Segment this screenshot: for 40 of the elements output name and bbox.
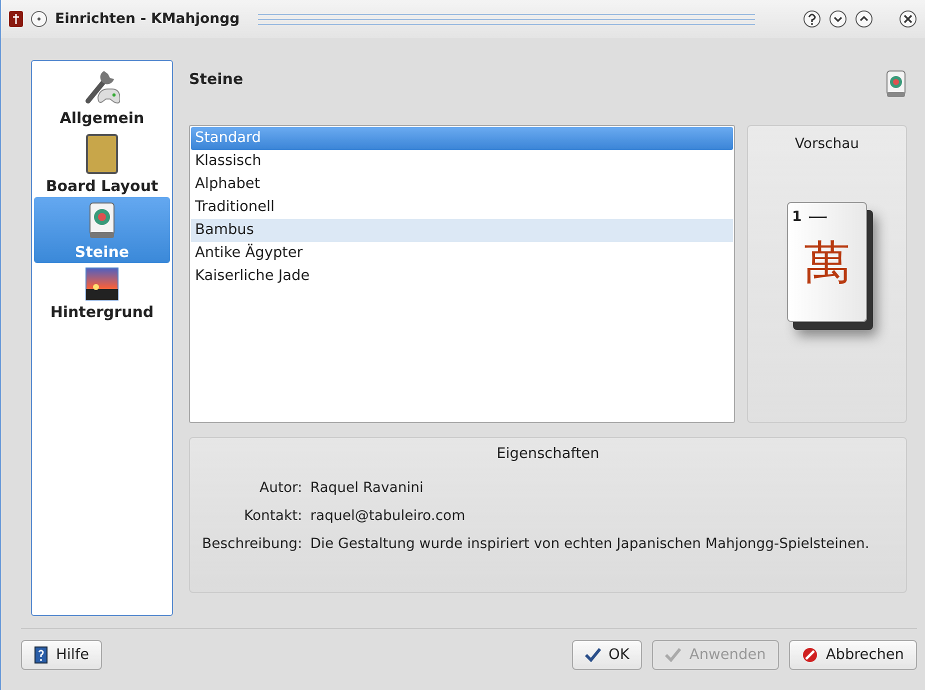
tile-icon — [87, 201, 117, 241]
property-value: raquel@tabuleiro.com — [310, 508, 466, 524]
list-item[interactable]: Kaiserliche Jade — [191, 265, 733, 288]
tile-character: 萬 — [804, 239, 850, 285]
board-icon — [85, 133, 119, 175]
minimize-icon[interactable] — [829, 10, 847, 28]
help-icon[interactable] — [803, 10, 821, 28]
sidebar-item[interactable]: Board Layout — [34, 129, 170, 197]
list-item[interactable]: Alphabet — [191, 173, 733, 196]
tile-number: 1 — [792, 209, 802, 225]
list-item[interactable]: Traditionell — [191, 196, 733, 219]
page-title: Steine — [189, 70, 244, 88]
sunset-picture-icon — [85, 267, 119, 301]
preview-title: Vorschau — [794, 136, 860, 152]
list-item[interactable]: Antike Ägypter — [191, 242, 733, 265]
property-value: Die Gestaltung wurde inspiriert von echten Japanischen Mahjongg-Spielsteinen. — [310, 536, 870, 552]
window-menu-button[interactable] — [31, 11, 47, 27]
help-book-icon — [34, 646, 48, 664]
property-label: Kontakt: — [242, 508, 302, 524]
tile-icon — [885, 70, 907, 98]
cancel-button[interactable]: Abbrechen — [788, 640, 917, 670]
maximize-icon[interactable] — [855, 10, 873, 28]
help-button[interactable]: Hilfe — [21, 640, 102, 670]
cancel-icon — [802, 646, 818, 662]
check-icon — [584, 648, 600, 662]
window-title: Einrichten - KMahjongg — [55, 11, 240, 27]
list-item[interactable]: Bambus — [191, 219, 733, 242]
ok-button[interactable]: OK — [572, 640, 642, 670]
dot-icon — [37, 17, 41, 21]
properties-title: Eigenschaften — [496, 446, 600, 462]
list-item[interactable]: Klassisch — [191, 150, 733, 173]
property-label: Beschreibung: — [202, 536, 302, 552]
sidebar-item[interactable]: Allgemein — [34, 63, 170, 129]
property-value: Raquel Ravanini — [310, 480, 424, 496]
check-icon — [665, 648, 682, 662]
app-icon — [9, 11, 23, 27]
tile-numeral: 一 — [808, 205, 828, 232]
property-label: Autor: — [258, 480, 302, 496]
sidebar-item[interactable]: Hintergrund — [34, 263, 170, 323]
close-icon[interactable] — [899, 10, 917, 28]
